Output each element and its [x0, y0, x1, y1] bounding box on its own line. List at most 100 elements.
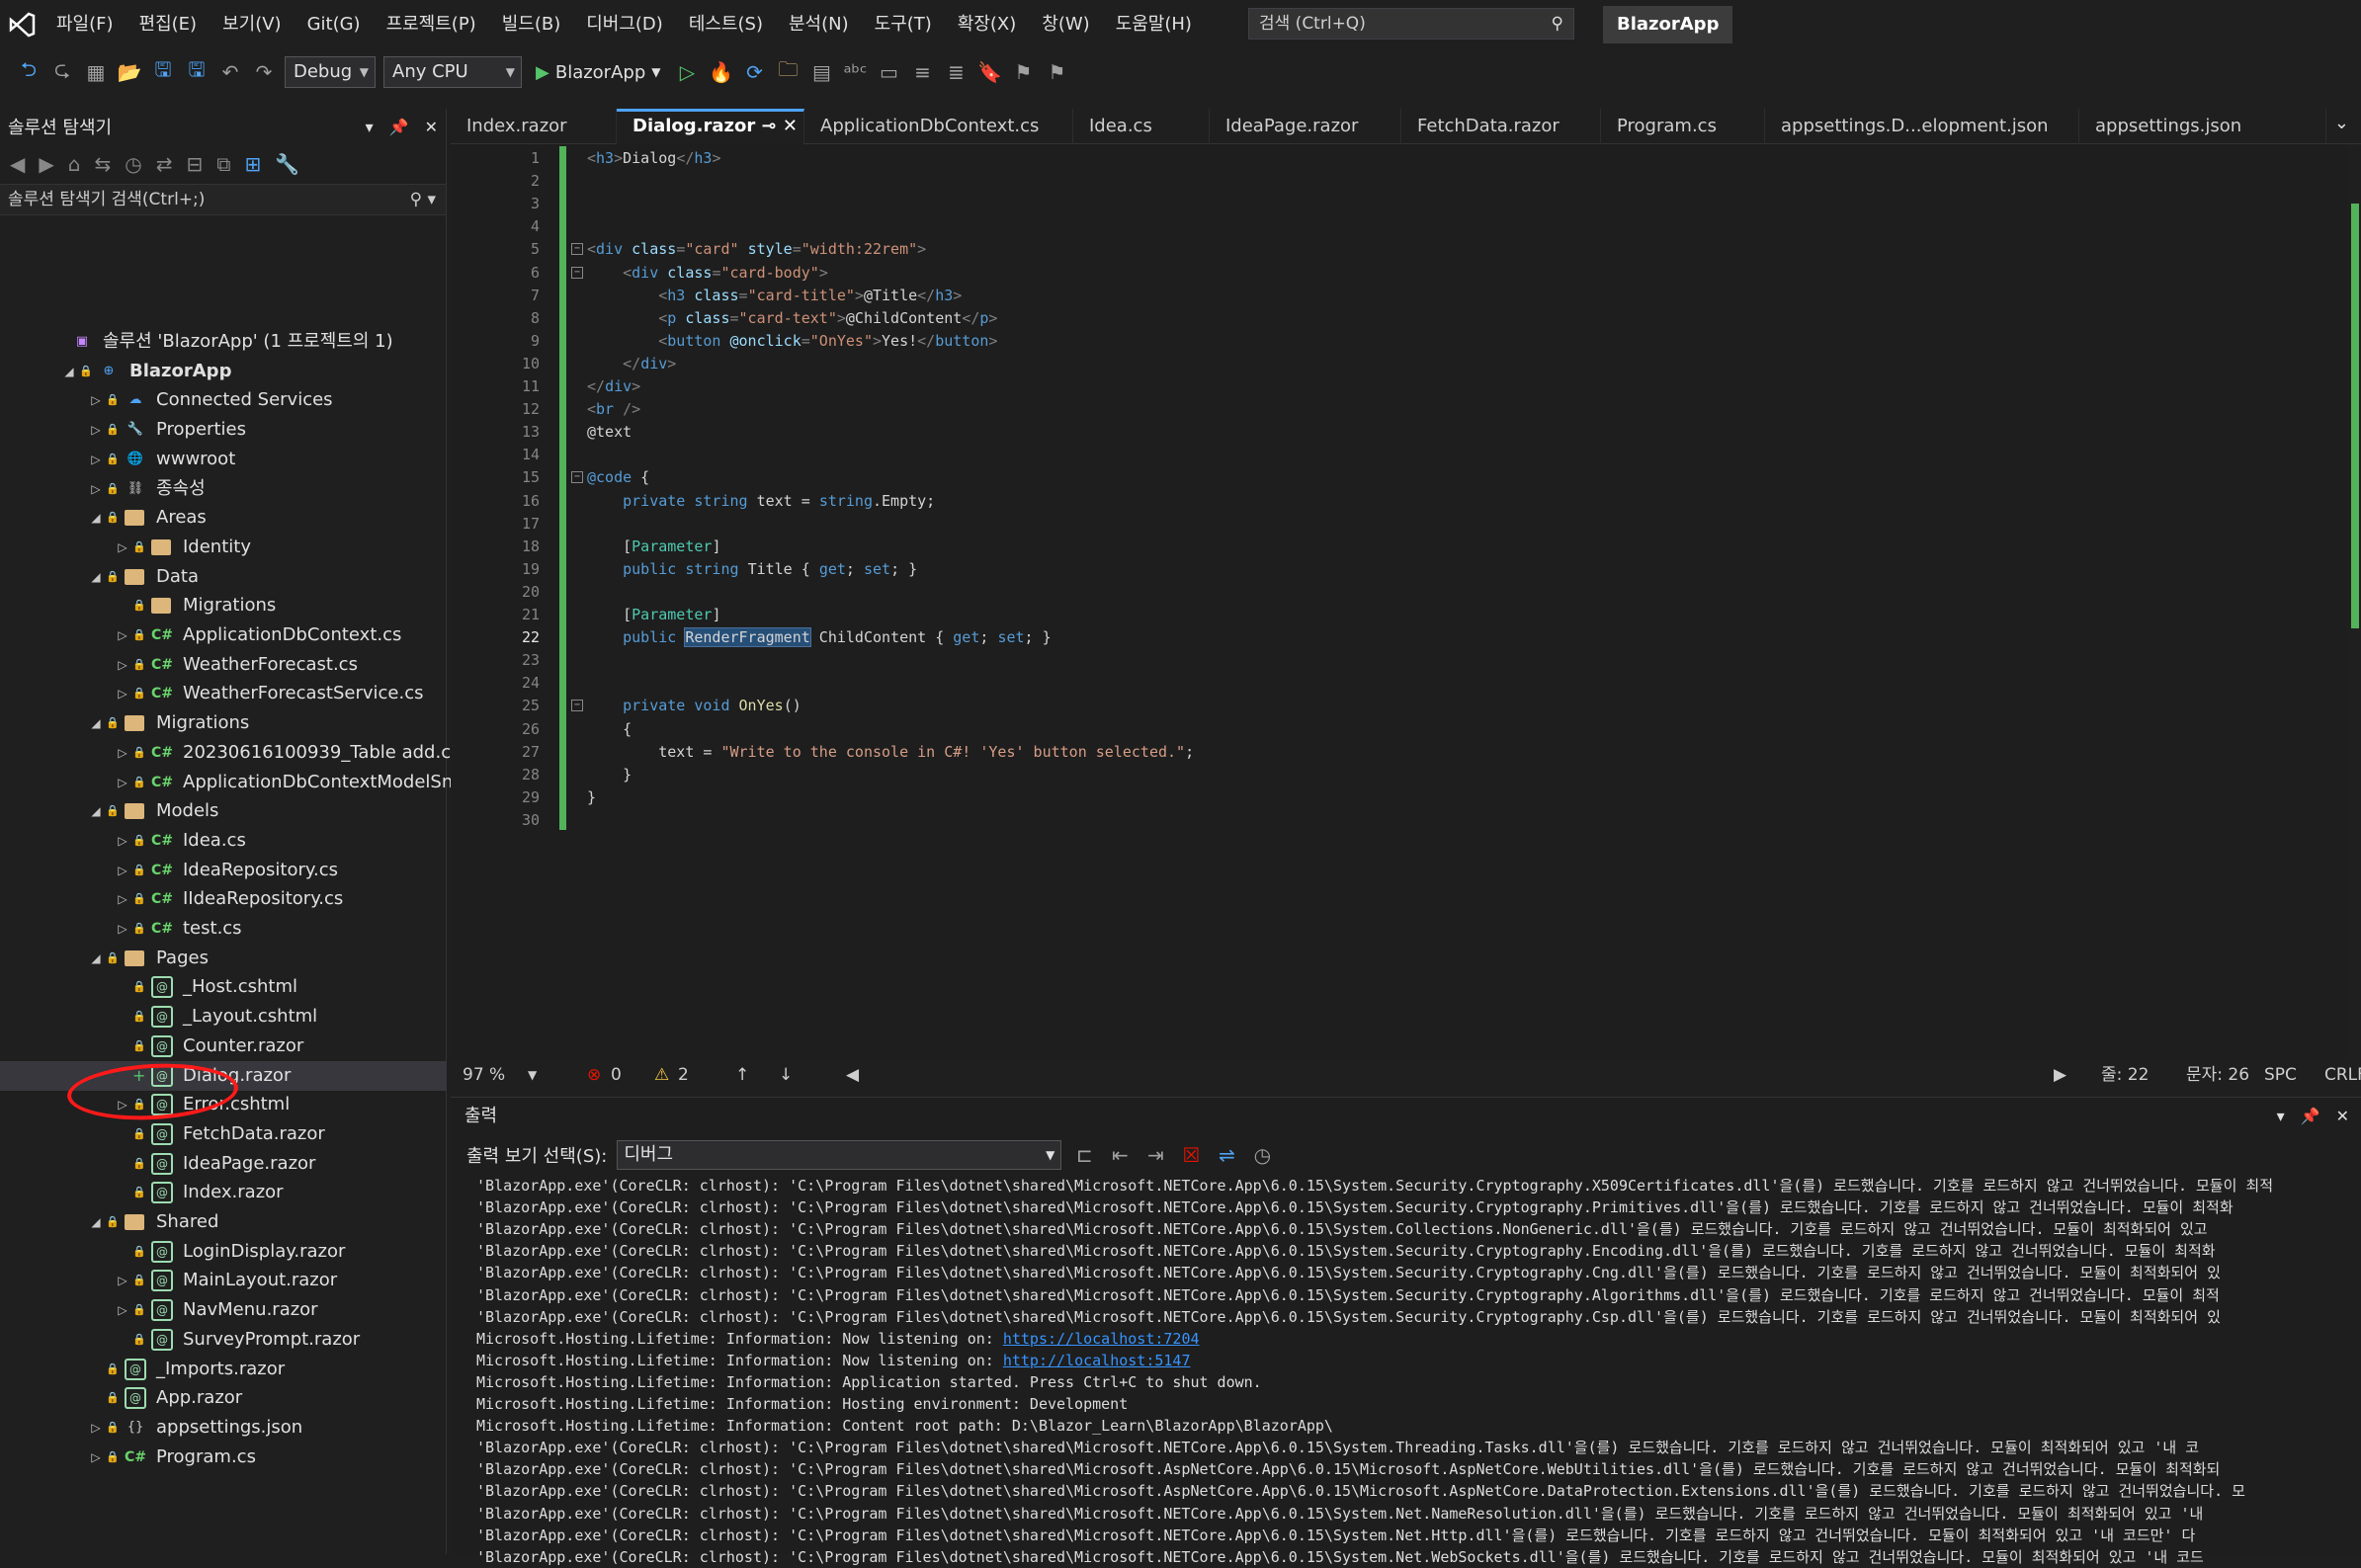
- scrollbar-thumb[interactable]: [2351, 204, 2359, 628]
- code-line[interactable]: 11 </div>: [451, 375, 2309, 398]
- tree-item[interactable]: ◢ 🔒 Areas: [0, 503, 447, 533]
- scroll-left-icon[interactable]: ◀: [846, 1059, 859, 1091]
- menu-item[interactable]: 테스트(S): [676, 0, 776, 49]
- tree-item[interactable]: ▷ 🔒 C# test.cs: [0, 914, 447, 944]
- solution-explorer-search-input[interactable]: 솔루션 탐색기 검색(Ctrl+;) ⚲ ▾: [0, 184, 446, 215]
- document-tab[interactable]: Index.razor: [451, 109, 617, 144]
- tree-item[interactable]: ▷ 🔒 C# Idea.cs: [0, 826, 447, 856]
- output-source-select[interactable]: 디버그 ▼: [617, 1140, 1062, 1170]
- tree-item[interactable]: 🔒 @ _Imports.razor: [0, 1355, 447, 1384]
- tree-item[interactable]: ◢ 🔒 ⊕ BlazorApp: [0, 357, 447, 386]
- tree-item[interactable]: ◢ 🔒 Pages: [0, 944, 447, 973]
- next-message-icon[interactable]: ⇥: [1142, 1143, 1168, 1167]
- code-line[interactable]: 7 <h3 class="card-title">@Title</h3>: [451, 285, 2309, 307]
- whitespace-indicator[interactable]: SPC: [2264, 1059, 2297, 1091]
- document-tab[interactable]: Idea.cs: [1073, 109, 1210, 144]
- chevron-right-icon[interactable]: ▷: [116, 856, 129, 885]
- configuration-select[interactable]: Debug ▼: [285, 56, 376, 88]
- menu-item[interactable]: 도구(T): [862, 0, 945, 49]
- tree-item[interactable]: 🔒 @ _Host.cshtml: [0, 972, 447, 1002]
- undo-icon[interactable]: ↶: [217, 60, 243, 84]
- code-line[interactable]: 10 </div>: [451, 353, 2309, 375]
- chevron-right-icon[interactable]: ▷: [89, 1443, 103, 1472]
- solution-name-badge[interactable]: BlazorApp: [1603, 6, 1733, 43]
- menu-item[interactable]: Git(G): [295, 0, 374, 49]
- line-indicator[interactable]: 줄: 22: [2101, 1059, 2149, 1091]
- code-line[interactable]: 3: [451, 193, 2309, 215]
- tree-item[interactable]: 🔒 @ Counter.razor: [0, 1032, 447, 1061]
- tree-item[interactable]: 🔒 @ IdeaPage.razor: [0, 1149, 447, 1179]
- code-line[interactable]: 23: [451, 649, 2309, 672]
- collapse-icon[interactable]: −: [571, 700, 583, 712]
- code-line[interactable]: 6 − <div class="card-body">: [451, 262, 2309, 285]
- chevron-down-icon[interactable]: ◢: [89, 1207, 103, 1237]
- indent-icon[interactable]: ≡: [909, 60, 935, 84]
- tree-item[interactable]: 🔒 Migrations: [0, 591, 447, 620]
- save-all-icon[interactable]: 🖫: [184, 55, 210, 89]
- next-bookmark-icon[interactable]: ⚑: [1044, 60, 1069, 84]
- redo-icon[interactable]: ↷: [251, 60, 277, 84]
- browse-icon[interactable]: 🗀: [775, 55, 801, 89]
- code-line[interactable]: 30: [451, 809, 2309, 832]
- collapse-icon[interactable]: −: [571, 266, 583, 279]
- code-line[interactable]: 22 public RenderFragment ChildContent { …: [451, 626, 2309, 649]
- collapse-icon[interactable]: −: [571, 471, 583, 484]
- tree-item[interactable]: ▷ 🔒 C# WeatherForecastService.cs: [0, 679, 447, 708]
- bookmark-icon[interactable]: 🔖: [976, 60, 1002, 84]
- code-line[interactable]: 2: [451, 170, 2309, 193]
- find-message-icon[interactable]: ⊏: [1071, 1143, 1097, 1167]
- zoom-level[interactable]: 97 %: [463, 1059, 505, 1091]
- code-line[interactable]: 18 [Parameter]: [451, 536, 2309, 558]
- code-line[interactable]: 19 public string Title { get; set; }: [451, 558, 2309, 581]
- menu-item[interactable]: 확장(X): [945, 0, 1030, 49]
- chevron-right-icon[interactable]: ▷: [116, 533, 129, 562]
- chevron-down-icon[interactable]: ▾: [2277, 1098, 2285, 1135]
- chevron-right-icon[interactable]: ▷: [89, 445, 103, 474]
- document-tab[interactable]: ApplicationDbContext.cs: [804, 109, 1073, 144]
- chevron-down-icon[interactable]: ▼: [528, 1059, 537, 1091]
- tree-item[interactable]: ▷ 🔒 ☁ Connected Services: [0, 385, 447, 415]
- tree-item[interactable]: ▷ 🔒 C# WeatherForecast.cs: [0, 650, 447, 680]
- tree-item[interactable]: ▷ 🔒 @ NavMenu.razor: [0, 1295, 447, 1325]
- document-tab[interactable]: IdeaPage.razor: [1210, 109, 1401, 144]
- tab-overflow-icon[interactable]: ⌄: [2334, 113, 2349, 133]
- chevron-right-icon[interactable]: ▷: [116, 914, 129, 944]
- chevron-down-icon[interactable]: ◢: [89, 944, 103, 973]
- chevron-right-icon[interactable]: ▷: [116, 1266, 129, 1295]
- chevron-right-icon[interactable]: ▷: [89, 385, 103, 415]
- chevron-right-icon[interactable]: ▷: [116, 679, 129, 708]
- forward-icon[interactable]: ▶: [39, 152, 53, 176]
- start-without-debugging-icon[interactable]: ▷: [674, 60, 700, 84]
- chevron-down-icon[interactable]: ◢: [89, 708, 103, 738]
- code-editor[interactable]: 1 <h3>Dialog</h3> 2 3 4 5− <div class="card" s…: [451, 144, 2361, 1059]
- scroll-right-icon[interactable]: ▶: [2054, 1059, 2066, 1091]
- tree-item[interactable]: ▷ 🔒 C# ApplicationDbContextModelSnapshot.c: [0, 768, 529, 797]
- menu-item[interactable]: 파일(F): [43, 0, 126, 49]
- menu-item[interactable]: 디버그(D): [573, 0, 676, 49]
- code-line[interactable]: 26 {: [451, 718, 2309, 741]
- menu-item[interactable]: 빌드(B): [489, 0, 574, 49]
- tree-item[interactable]: 🔒 @ LoginDisplay.razor: [0, 1237, 447, 1267]
- tree-item[interactable]: ▷ 🔒 C# ApplicationDbContext.cs: [0, 620, 447, 650]
- document-tab[interactable]: appsettings.json: [2079, 109, 2326, 144]
- tree-item[interactable]: ◢ 🔒 Migrations: [0, 708, 447, 738]
- output-link[interactable]: http://localhost:5147: [1003, 1352, 1191, 1369]
- chevron-right-icon[interactable]: ▷: [89, 415, 103, 445]
- code-line[interactable]: 25 − private void OnYes(): [451, 695, 2309, 717]
- tree-item[interactable]: ▣ 솔루션 'BlazorApp' (1 프로젝트의 1): [0, 327, 447, 357]
- code-line[interactable]: 21 [Parameter]: [451, 604, 2309, 626]
- code-line[interactable]: 29}: [451, 786, 2309, 809]
- code-line[interactable]: 20: [451, 581, 2309, 604]
- tree-item[interactable]: 🔒 @ Index.razor: [0, 1178, 447, 1207]
- back-icon[interactable]: ⮌: [16, 55, 42, 89]
- sync-icon[interactable]: ⇄: [156, 152, 173, 176]
- chevron-right-icon[interactable]: ▷: [116, 1295, 129, 1325]
- pin-icon[interactable]: 📌: [389, 118, 409, 136]
- chevron-down-icon[interactable]: ◢: [89, 503, 103, 533]
- collapse-icon[interactable]: −: [571, 243, 583, 256]
- chevron-down-icon[interactable]: ▾: [366, 118, 374, 136]
- code-line[interactable]: 14: [451, 444, 2309, 466]
- menu-item[interactable]: 프로젝트(P): [374, 0, 489, 49]
- clear-all-icon[interactable]: ☒: [1178, 1143, 1204, 1167]
- chevron-right-icon[interactable]: ▷: [89, 474, 103, 504]
